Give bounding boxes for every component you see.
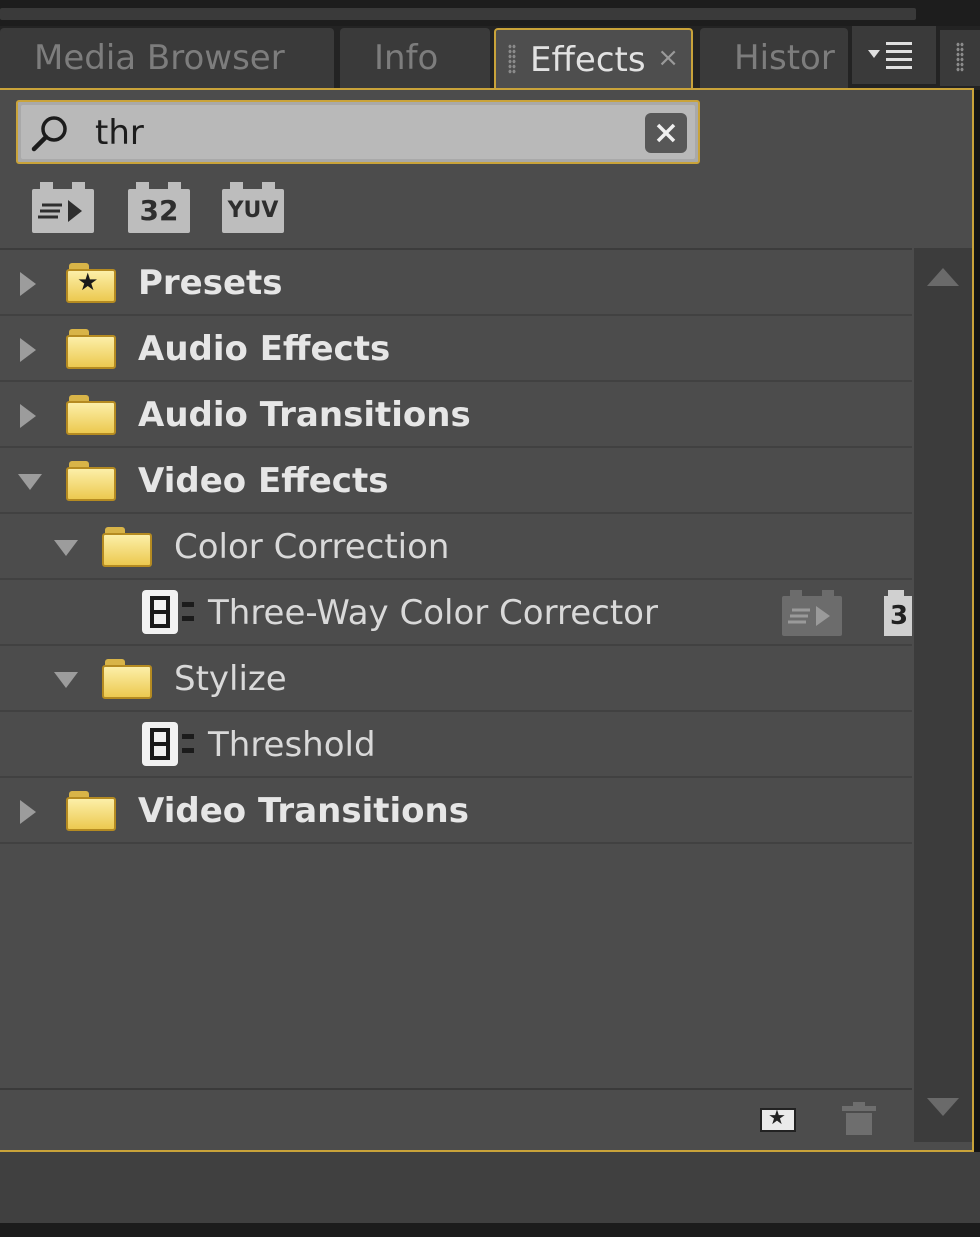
search-input[interactable] <box>95 109 635 157</box>
menu-line <box>886 66 912 69</box>
yuv-label: YUV <box>222 189 284 233</box>
new-custom-bin-button[interactable]: ★ <box>760 1104 796 1132</box>
search-box <box>16 100 700 164</box>
clear-search-button[interactable] <box>645 113 687 153</box>
fbody <box>102 665 152 699</box>
menu-line <box>886 50 912 53</box>
tree-item-stylize[interactable]: Stylize <box>0 646 912 712</box>
vertical-scrollbar[interactable] <box>914 248 972 1142</box>
folder-icon <box>66 461 116 501</box>
collapse-arrow-icon[interactable] <box>18 474 42 490</box>
scroll-up-arrow-icon[interactable] <box>927 268 959 286</box>
expand-arrow-icon[interactable] <box>20 272 36 296</box>
tab-info[interactable]: Info <box>340 28 490 88</box>
lower-panel-area <box>0 1152 980 1237</box>
panel-group-grip[interactable] <box>940 30 980 86</box>
filter-body <box>32 189 94 233</box>
close-icon <box>656 123 676 143</box>
folder-icon <box>66 329 116 369</box>
menu-lines-icon <box>886 42 912 45</box>
scroll-down-arrow-icon[interactable] <box>927 1098 959 1116</box>
tree-item-presets[interactable]: ★ Presets <box>0 250 912 316</box>
close-tab-icon[interactable]: × <box>657 30 679 86</box>
fbody <box>66 401 116 435</box>
32-bit-badge-icon: 3 <box>884 590 912 636</box>
search-field <box>21 105 695 159</box>
tree-item-video-transitions[interactable]: Video Transitions <box>0 778 912 844</box>
folder-icon <box>66 395 116 435</box>
tree-item-label: Color Correction <box>174 527 450 567</box>
badge-body <box>782 596 842 636</box>
delete-button[interactable] <box>842 1102 876 1136</box>
menu-arrow-icon <box>868 50 880 58</box>
dash <box>182 602 194 607</box>
tree-item-audio-effects[interactable]: Audio Effects <box>0 316 912 382</box>
tab-effects-label: Effects <box>530 40 646 80</box>
expand-arrow-icon[interactable] <box>20 800 36 824</box>
tree-item-audio-transitions[interactable]: Audio Transitions <box>0 382 912 448</box>
frame <box>154 746 166 756</box>
tab-history[interactable]: Histor <box>700 28 848 88</box>
badge-text: 3 <box>884 596 912 636</box>
new-bin-icon: ★ <box>768 1105 786 1129</box>
folder-icon <box>102 659 152 699</box>
folder-icon <box>102 527 152 567</box>
panel-menu-button[interactable] <box>852 26 936 84</box>
frame <box>154 732 166 742</box>
dash <box>182 734 194 739</box>
accelerated-effects-filter-button[interactable] <box>32 182 94 234</box>
yuv-filter-button[interactable]: YUV <box>222 182 284 234</box>
32-bit-label: 32 <box>128 189 190 233</box>
drag-grip-icon[interactable] <box>956 42 964 72</box>
effects-tree: ★ Presets Audio Effects Audio Transition… <box>0 248 912 1088</box>
video-effect-icon <box>142 590 200 636</box>
32-bit-filter-button[interactable]: 32 <box>128 182 190 234</box>
star-icon: ★ <box>77 268 99 296</box>
panel-tab-bar: Media Browser Info Effects × Histor <box>0 26 980 92</box>
fbody <box>66 335 116 369</box>
effects-panel: 32 YUV ★ Presets Audio Effects Audio Tra… <box>0 88 974 1152</box>
tree-item-label: Audio Effects <box>138 329 391 369</box>
bottom-edge <box>0 1223 980 1237</box>
folder-icon <box>66 791 116 831</box>
menu-line <box>886 58 912 61</box>
collapse-arrow-icon[interactable] <box>54 672 78 688</box>
frame <box>154 614 166 624</box>
panel-bottom-bar: ★ <box>0 1088 912 1142</box>
expand-arrow-icon[interactable] <box>20 338 36 362</box>
tree-item-label: Threshold <box>208 725 376 765</box>
accelerated-badge-icon <box>782 590 842 636</box>
video-effect-icon <box>142 722 200 768</box>
tree-item-label: Stylize <box>174 659 287 699</box>
tree-item-three-way-color-corrector[interactable]: Three-Way Color Corrector 3 <box>0 580 912 646</box>
tree-item-video-effects[interactable]: Video Effects <box>0 448 912 514</box>
tree-item-color-correction[interactable]: Color Correction <box>0 514 912 580</box>
top-scroll-bar[interactable] <box>0 8 916 20</box>
tree-item-label: Presets <box>138 263 283 303</box>
badge-glyph <box>788 606 830 626</box>
accelerated-effect-icon <box>38 200 82 222</box>
tree-item-threshold[interactable]: Threshold <box>0 712 912 778</box>
tree-item-label: Three-Way Color Corrector <box>208 593 658 633</box>
tree-item-label: Video Effects <box>138 461 389 501</box>
drag-grip-icon[interactable] <box>508 44 516 74</box>
trash-lid <box>842 1106 876 1111</box>
tab-effects[interactable]: Effects × <box>494 28 693 92</box>
collapse-arrow-icon[interactable] <box>54 540 78 556</box>
tab-media-browser[interactable]: Media Browser <box>0 28 334 88</box>
trash-icon <box>846 1113 872 1135</box>
search-icon <box>31 116 67 152</box>
fbody <box>66 797 116 831</box>
tree-item-label: Audio Transitions <box>138 395 471 435</box>
dash <box>182 748 194 753</box>
window-top-strip <box>0 0 980 26</box>
fbody <box>102 533 152 567</box>
frame <box>154 600 166 610</box>
tree-item-label: Video Transitions <box>138 791 469 831</box>
fbody <box>66 467 116 501</box>
dash <box>182 616 194 621</box>
preset-folder-icon: ★ <box>66 263 116 303</box>
expand-arrow-icon[interactable] <box>20 404 36 428</box>
